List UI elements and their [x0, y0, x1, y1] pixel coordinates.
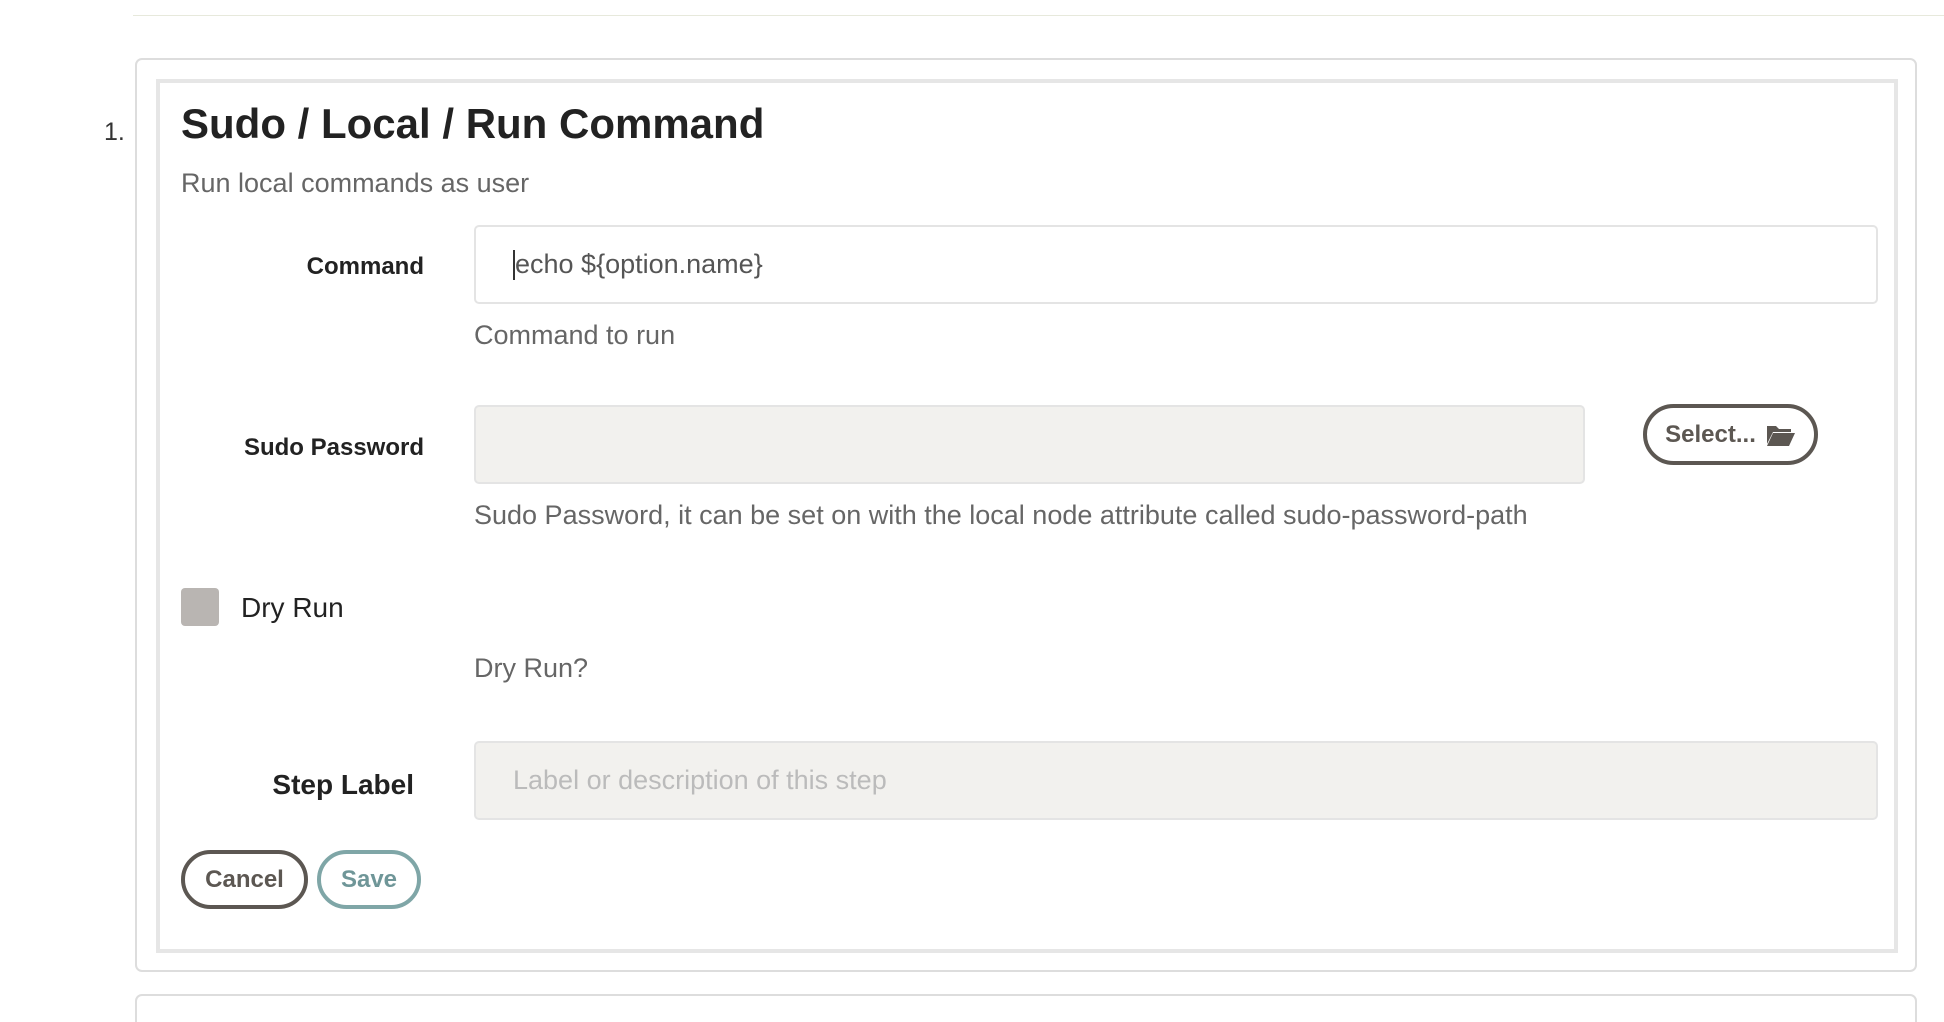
command-value: echo ${option.name} [515, 249, 763, 279]
step-title: Sudo / Local / Run Command [181, 100, 765, 147]
sudo-password-input[interactable] [474, 405, 1585, 484]
step-description: Run local commands as user [181, 168, 530, 198]
next-step-card [135, 994, 1917, 1022]
step-label-placeholder: Label or description of this step [513, 765, 887, 795]
dry-run-help: Dry Run? [474, 653, 589, 683]
dry-run-label: Dry Run [241, 592, 344, 623]
save-button[interactable]: Save [317, 850, 421, 909]
step-number: 1. [104, 118, 125, 146]
dry-run-checkbox[interactable] [181, 588, 219, 626]
step-label-input[interactable]: Label or description of this step [474, 741, 1878, 820]
select-button-label: Select... [1665, 420, 1756, 448]
select-button[interactable]: Select... [1643, 404, 1818, 465]
command-help: Command to run [474, 320, 676, 350]
command-label: Command [306, 253, 424, 280]
step-editor-page: 1. Sudo / Local / Run Command Run local … [0, 0, 1944, 1022]
cancel-button[interactable]: Cancel [181, 850, 308, 909]
sudo-password-help: Sudo Password, it can be set on with the… [474, 500, 1528, 530]
sudo-password-label: Sudo Password [243, 434, 424, 461]
command-input[interactable]: echo ${option.name} [474, 225, 1878, 304]
folder-open-icon [1766, 423, 1796, 447]
top-divider [133, 15, 1944, 16]
step-label-label: Step Label [272, 769, 414, 800]
